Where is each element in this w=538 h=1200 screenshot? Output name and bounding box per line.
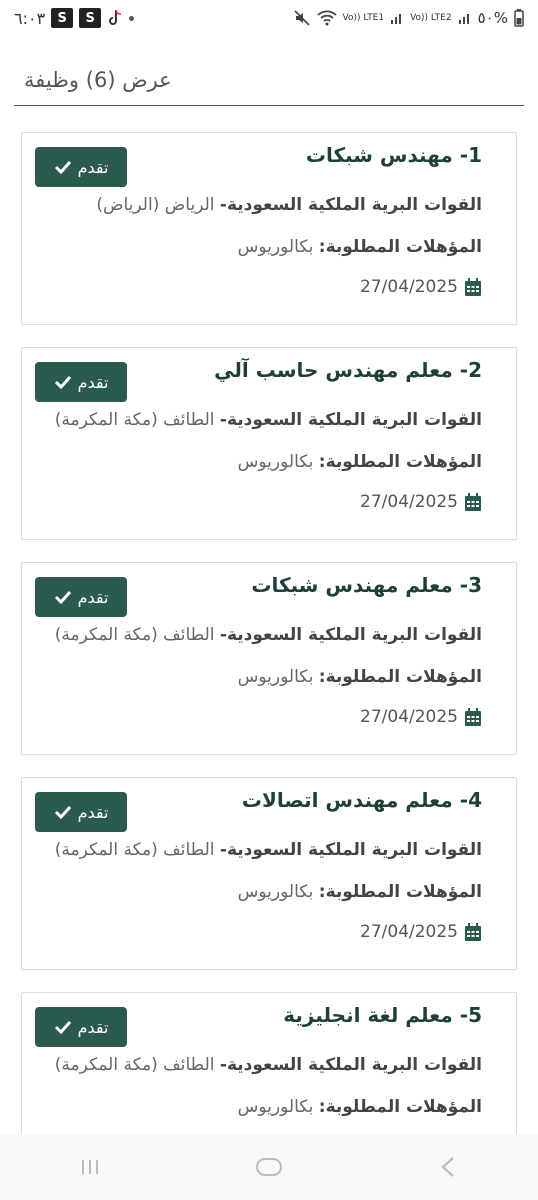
qualification-label: المؤهلات المطلوبة: xyxy=(318,237,482,257)
qualification-line: المؤهلات المطلوبة: بكالوريوس xyxy=(238,237,482,257)
system-nav-bar xyxy=(0,1134,538,1200)
job-location: الطائف (مكة المكرمة) xyxy=(54,840,220,860)
qualification-line: المؤهلات المطلوبة: بكالوريوس xyxy=(238,882,482,902)
date-value: 27/04/2025 xyxy=(360,707,458,727)
check-icon xyxy=(54,590,71,604)
check-icon xyxy=(54,160,71,174)
qualification-label: المؤهلات المطلوبة: xyxy=(318,667,482,687)
job-title[interactable]: 4- معلم مهندس اتصالات xyxy=(242,788,482,812)
qualification-value: بكالوريوس xyxy=(237,452,319,472)
apply-label: تقدم xyxy=(77,1017,109,1037)
qualification-line: المؤهلات المطلوبة: بكالوريوس xyxy=(238,452,482,472)
date-value: 27/04/2025 xyxy=(360,277,458,297)
back-button[interactable] xyxy=(418,1147,478,1187)
job-date: 27/04/2025 xyxy=(360,707,482,727)
job-date: 27/04/2025 xyxy=(360,492,482,512)
qualification-value: بكالوريوس xyxy=(237,667,319,687)
calendar-icon xyxy=(465,277,481,296)
date-value: 27/04/2025 xyxy=(360,492,458,512)
qualification-line: المؤهلات المطلوبة: بكالوريوس xyxy=(238,1097,482,1117)
job-date: 27/04/2025 xyxy=(360,922,482,942)
wifi-icon xyxy=(316,10,337,26)
qualification-line: المؤهلات المطلوبة: بكالوريوس xyxy=(238,667,482,687)
apply-button[interactable]: تقدم xyxy=(35,362,127,402)
apply-button[interactable]: تقدم xyxy=(35,147,127,187)
lte1-indicator: Vo)) LTE1 xyxy=(342,12,385,23)
calendar-icon xyxy=(465,492,481,511)
job-title[interactable]: 3- معلم مهندس شبكات xyxy=(251,573,482,597)
signal-icon xyxy=(390,11,404,25)
mute-icon xyxy=(293,9,311,27)
qualification-value: بكالوريوس xyxy=(237,237,319,257)
calendar-icon xyxy=(465,707,481,726)
job-title[interactable]: 1- مهندس شبكات xyxy=(306,143,482,167)
s-app-icon: S xyxy=(51,8,74,28)
s-app-icon-2: S xyxy=(79,8,102,28)
employer-name: القوات البرية الملكية السعودية- xyxy=(219,625,482,645)
job-location: الرياض (الرياض) xyxy=(96,195,220,215)
job-card[interactable]: 2- معلم مهندس حاسب آلي تقدم القوات البري… xyxy=(21,347,517,540)
notification-dot-icon xyxy=(129,15,135,21)
job-card[interactable]: 3- معلم مهندس شبكات تقدم القوات البرية ا… xyxy=(21,562,517,755)
employer-line: القوات البرية الملكية السعودية- الطائف (… xyxy=(55,625,482,645)
status-bar-right-cluster: ٦:٠٣ S S xyxy=(14,8,135,28)
tiktok-icon xyxy=(107,9,123,27)
qualification-value: بكالوريوس xyxy=(237,882,319,902)
apply-label: تقدم xyxy=(77,587,109,607)
check-icon xyxy=(54,375,71,389)
employer-line: القوات البرية الملكية السعودية- الطائف (… xyxy=(55,1055,482,1075)
clock: ٦:٠٣ xyxy=(14,8,46,28)
qualification-value: بكالوريوس xyxy=(237,1097,319,1117)
job-title[interactable]: 2- معلم مهندس حاسب آلي xyxy=(214,358,482,382)
apply-label: تقدم xyxy=(77,372,109,392)
status-bar-left-cluster: Vo)) LTE1 Vo)) LTE2 ٥٠% xyxy=(293,9,524,27)
employer-name: القوات البرية الملكية السعودية- xyxy=(219,1055,482,1075)
employer-name: القوات البرية الملكية السعودية- xyxy=(219,195,482,215)
employer-name: القوات البرية الملكية السعودية- xyxy=(219,410,482,430)
apply-button[interactable]: تقدم xyxy=(35,1007,127,1047)
apply-button[interactable]: تقدم xyxy=(35,577,127,617)
battery-icon xyxy=(514,9,524,27)
lte2-indicator: Vo)) LTE2 xyxy=(410,12,452,23)
job-location: الطائف (مكة المكرمة) xyxy=(54,410,220,430)
apply-label: تقدم xyxy=(77,802,109,822)
home-button[interactable] xyxy=(239,1147,299,1187)
signal-icon-2 xyxy=(458,11,472,25)
results-header: عرض (6) وظيفة xyxy=(14,56,524,106)
back-icon xyxy=(441,1157,455,1177)
calendar-icon xyxy=(465,922,481,941)
qualification-label: المؤهلات المطلوبة: xyxy=(318,1097,482,1117)
employer-name: القوات البرية الملكية السعودية- xyxy=(219,840,482,860)
apply-button[interactable]: تقدم xyxy=(35,792,127,832)
job-count-label: عرض (6) وظيفة xyxy=(24,68,172,92)
employer-line: القوات البرية الملكية السعودية- الرياض (… xyxy=(96,195,482,215)
job-card[interactable]: 4- معلم مهندس اتصالات تقدم القوات البرية… xyxy=(21,777,517,970)
apply-label: تقدم xyxy=(77,157,109,177)
check-icon xyxy=(54,805,71,819)
job-card[interactable]: 1- مهندس شبكات تقدم القوات البرية الملكي… xyxy=(21,132,517,325)
job-date: 27/04/2025 xyxy=(360,277,482,297)
recents-icon xyxy=(81,1160,98,1174)
recents-button[interactable] xyxy=(60,1147,120,1187)
status-bar: ٦:٠٣ S S Vo)) LTE1 Vo)) LTE2 ٥٠% xyxy=(0,0,538,36)
home-icon xyxy=(255,1158,282,1176)
qualification-label: المؤهلات المطلوبة: xyxy=(318,452,482,472)
employer-line: القوات البرية الملكية السعودية- الطائف (… xyxy=(55,840,482,860)
job-location: الطائف (مكة المكرمة) xyxy=(54,625,220,645)
qualification-label: المؤهلات المطلوبة: xyxy=(318,882,482,902)
job-card[interactable]: 5- معلم لغة انجليزية تقدم القوات البرية … xyxy=(21,992,517,1152)
check-icon xyxy=(54,1020,71,1034)
job-location: الطائف (مكة المكرمة) xyxy=(54,1055,220,1075)
job-title[interactable]: 5- معلم لغة انجليزية xyxy=(283,1003,482,1027)
date-value: 27/04/2025 xyxy=(360,922,458,942)
employer-line: القوات البرية الملكية السعودية- الطائف (… xyxy=(55,410,482,430)
battery-percent: ٥٠% xyxy=(477,9,508,27)
